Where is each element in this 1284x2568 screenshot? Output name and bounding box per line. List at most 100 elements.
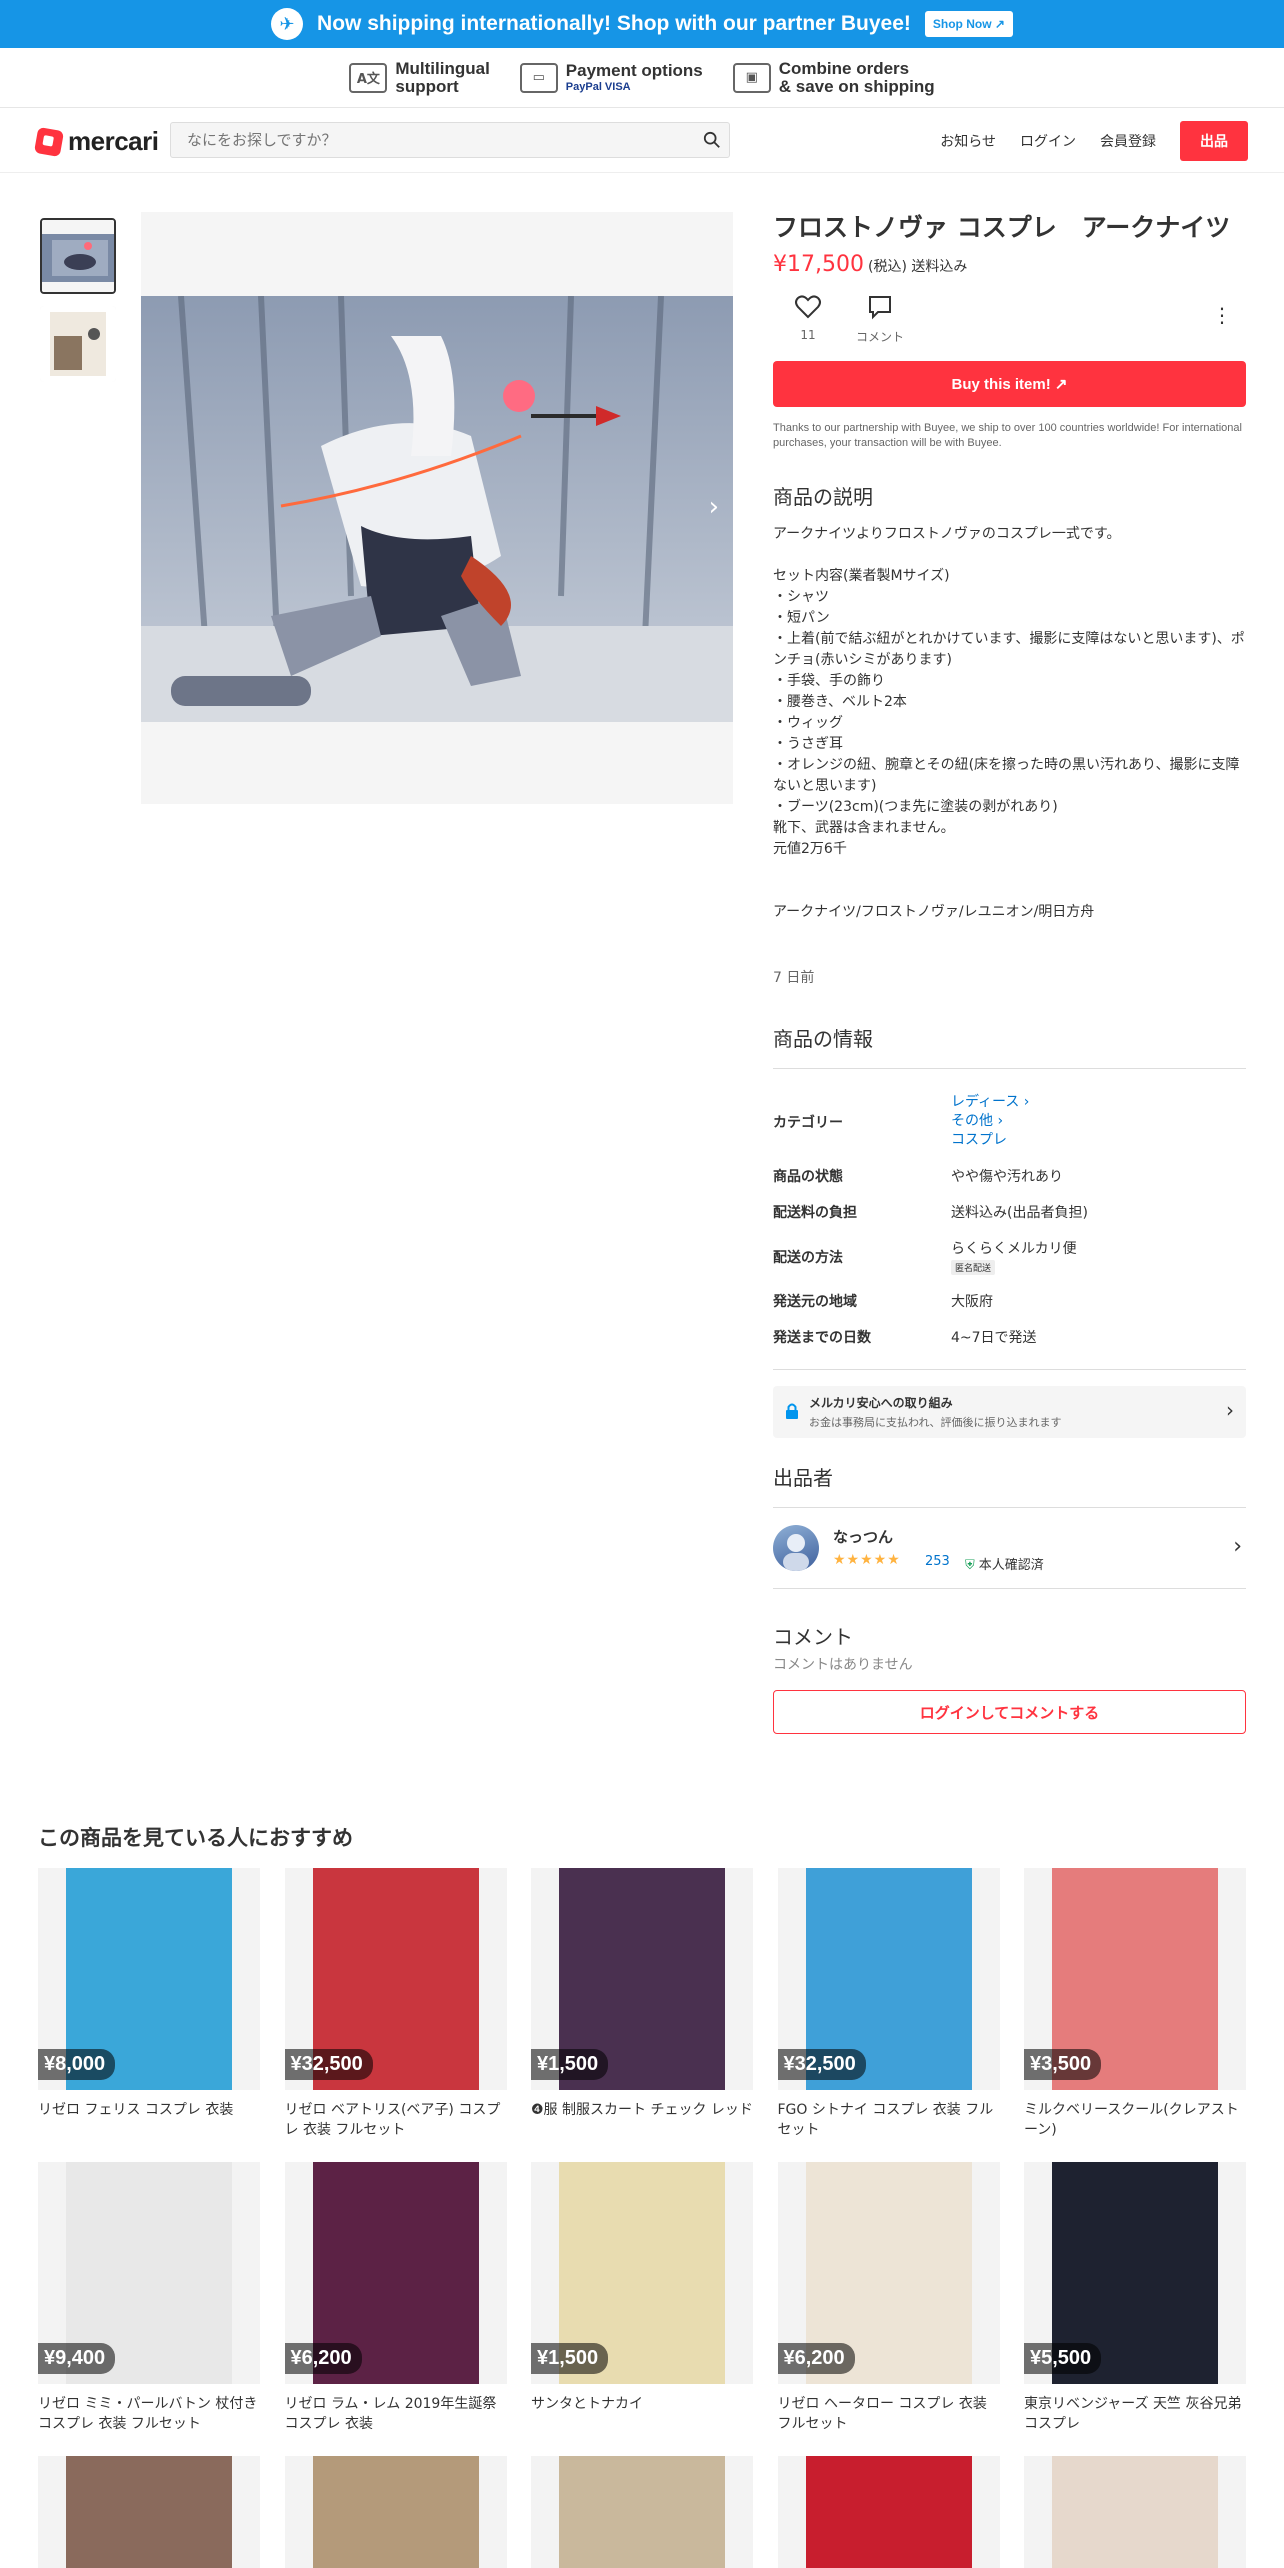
thumbnail-1[interactable] — [40, 218, 116, 294]
like-button[interactable]: 11 — [773, 293, 843, 342]
chevron-right-icon: › — [1233, 1534, 1242, 1559]
chevron-right-icon: › — [1226, 1398, 1234, 1422]
recommend-item-name: ❹服 制服スカート チェック レッド — [531, 2102, 753, 2118]
rating-count: 253 — [925, 1554, 950, 1569]
nav-login[interactable]: ログイン — [1020, 131, 1076, 151]
divider — [773, 1068, 1246, 1069]
posted-time: 7 日前 — [773, 970, 815, 986]
recommend-item-image — [284, 2456, 507, 2568]
item-detail-column: フロストノヴァ コスプレ アークナイツ ¥17,500 (税込) 送料込み 11 … — [773, 212, 1246, 1734]
item-title: フロストノヴァ コスプレ アークナイツ — [773, 213, 1231, 242]
recommend-item-card[interactable]: ¥9,400 リゼロ ミミ・パールバトン 杖付き コスプレ 衣装 フルセット — [38, 2162, 260, 2434]
recommend-item-card[interactable]: ¥5,500 東京リベンジャーズ 天竺 灰谷兄弟 コスプレ — [1024, 2162, 1246, 2434]
recommend-item-card[interactable]: ¥6,200 リゼロ ラム・レム 2019年生誕祭 コスプレ 衣装 — [284, 2162, 507, 2434]
buyee-note: Thanks to our partnership with Buyee, we… — [773, 422, 1242, 449]
item-actions: 11 コメント ⋮ — [773, 293, 1246, 349]
recommend-item-price: ¥9,400 — [38, 2343, 116, 2374]
buyee-banner[interactable]: ✈ Now shipping internationally! Shop wit… — [0, 0, 1284, 48]
seller-avatar — [773, 1525, 819, 1571]
recommend-item-card[interactable]: ¥8,000 リゼロ フェリス コスプレ 衣装 — [38, 1868, 260, 2120]
info-row-condition: 商品の状態 やや傷や汚れあり — [773, 1169, 1063, 1185]
no-comments-text: コメントはありません — [773, 1657, 913, 1673]
like-count: 11 — [800, 328, 816, 342]
recommend-item-card[interactable]: ¥1,500 ❹服 制服スカート チェック レッド — [531, 1868, 753, 2120]
main-image-viewer[interactable]: › — [141, 212, 733, 804]
search-icon[interactable] — [703, 131, 721, 149]
comments-heading: コメント — [773, 1625, 853, 1649]
info-heading: 商品の情報 — [773, 1027, 873, 1051]
buy-button[interactable]: Buy this item! ↗ — [773, 361, 1246, 407]
recommend-item-image: ¥1,500 — [531, 1868, 753, 2090]
recommend-item-image: ¥8,000 — [38, 1868, 260, 2090]
nav-signup[interactable]: 会員登録 — [1100, 131, 1156, 151]
feature-payment: ▭ Payment options PayPal VISA — [519, 61, 703, 94]
info-row-category: カテゴリー レディース › その他 › コスプレ — [773, 1085, 1246, 1158]
recommend-item-card[interactable] — [777, 2456, 1000, 2568]
recommend-item-card[interactable]: ¥6,200 リゼロ ヘータロー コスプレ 衣装 フルセット — [777, 2162, 1000, 2434]
mercari-logo[interactable]: mercari — [33, 126, 159, 157]
recommend-item-price: ¥32,500 — [777, 2049, 866, 2080]
description-heading: 商品の説明 — [773, 485, 873, 509]
recommend-item-card[interactable] — [531, 2456, 753, 2568]
heart-icon — [795, 295, 821, 319]
recommend-item-card[interactable] — [1024, 2456, 1246, 2568]
anonymous-shipping-badge: 匿名配送 — [951, 1260, 996, 1275]
multilingual-icon: A文 — [349, 62, 388, 93]
search-bar[interactable] — [170, 122, 730, 158]
recommend-item-card[interactable]: ¥32,500 リゼロ ベアトリス(ベア子) コスプレ 衣装 フルセット — [284, 1868, 507, 2140]
login-to-comment-button[interactable]: ログインしてコメントする — [773, 1690, 1246, 1734]
recommend-item-price: ¥8,000 — [38, 2049, 116, 2080]
next-image-chevron-icon[interactable]: › — [709, 492, 719, 522]
item-info-table: カテゴリー レディース › その他 › コスプレ 商品の状態 やや傷や汚れあり 配… — [773, 1085, 1246, 1355]
recommend-item-price: ¥1,500 — [531, 2049, 609, 2080]
recommend-item-image: ¥1,500 — [531, 2162, 753, 2384]
recommend-item-price: ¥3,500 — [1024, 2049, 1102, 2080]
category-link-other[interactable]: その他 › — [951, 1112, 1246, 1131]
info-row-days: 発送までの日数 4~7日で発送 — [773, 1330, 1037, 1346]
search-input[interactable] — [171, 123, 671, 157]
recommend-item-image: ¥6,200 — [284, 2162, 507, 2384]
recommend-item-image: ¥32,500 — [777, 1868, 1000, 2090]
comment-label: コメント — [855, 330, 904, 344]
item-price: ¥17,500 (税込) 送料込み — [773, 252, 968, 277]
nav-notifications[interactable]: お知らせ — [940, 131, 996, 151]
recommend-item-name: リゼロ ラム・レム 2019年生誕祭 コスプレ 衣装 — [284, 2396, 497, 2432]
mercari-logo-icon — [33, 126, 65, 157]
banner-message: Now shipping internationally! Shop with … — [317, 12, 911, 35]
more-options-icon[interactable]: ⋮ — [1212, 303, 1232, 327]
feature-multilingual: A文 Multilingual support — [349, 59, 490, 96]
recommend-item-name: サンタとトナカイ — [531, 2396, 643, 2412]
seller-card[interactable]: なっつん ★★★★★ 253 ⛨ 本人確認済 › — [773, 1507, 1246, 1589]
feature-combine: ▣ Combine orders & save on shipping — [732, 59, 935, 96]
lock-icon — [786, 1403, 798, 1419]
sell-button[interactable]: 出品 — [1180, 121, 1248, 161]
thumbnail-image — [40, 306, 116, 382]
recommend-item-card[interactable] — [284, 2456, 507, 2568]
info-row-shipping-fee: 配送料の負担 送料込み(出品者負担) — [773, 1205, 1088, 1221]
recommend-item-image: ¥6,200 — [777, 2162, 1000, 2384]
recommend-item-card[interactable]: ¥32,500 FGO シトナイ コスプレ 衣装 フルセット — [777, 1868, 1000, 2140]
safety-banner[interactable]: メルカリ安心への取り組み お金は事務局に支払われ、評価後に振り込まれます › — [773, 1386, 1246, 1438]
recommend-item-card[interactable]: ¥1,500 サンタとトナカイ — [531, 2162, 753, 2414]
item-description: アークナイツよりフロストノヴァのコスプレ一式です。 セット内容(業者製Mサイズ)… — [773, 526, 1245, 920]
features-strip: A文 Multilingual support ▭ Payment options… — [0, 48, 1284, 108]
thumbnail-2[interactable] — [40, 306, 116, 382]
shop-now-button[interactable]: Shop Now ↗ — [924, 11, 1013, 37]
verified-badge: ⛨ 本人確認済 — [965, 1558, 1044, 1573]
combine-icon: ▣ — [732, 62, 771, 93]
recommend-item-image: ¥32,500 — [284, 1868, 507, 2090]
info-row-shipping-method: 配送の方法 らくらくメルカリ便 匿名配送 — [773, 1241, 1077, 1275]
seller-name: なっつん — [833, 1528, 894, 1546]
recommend-item-name: リゼロ フェリス コスプレ 衣装 — [38, 2102, 234, 2118]
category-link-cosplay[interactable]: コスプレ — [951, 1131, 1246, 1150]
info-row-region: 発送元の地域 大阪府 — [773, 1294, 993, 1310]
recommend-item-card[interactable]: ¥3,500 ミルクベリースクール(クレアストーン) — [1024, 1868, 1246, 2140]
recommend-item-image: ¥5,500 — [1024, 2162, 1246, 2384]
category-link-ladies[interactable]: レディース › — [951, 1093, 1246, 1112]
recommend-item-image — [1024, 2456, 1246, 2568]
recommend-item-price: ¥1,500 — [531, 2343, 609, 2374]
payment-icon: ▭ — [519, 62, 558, 93]
recommend-item-card[interactable] — [38, 2456, 260, 2568]
recommend-item-image: ¥9,400 — [38, 2162, 260, 2384]
comment-button[interactable]: コメント — [845, 293, 915, 345]
